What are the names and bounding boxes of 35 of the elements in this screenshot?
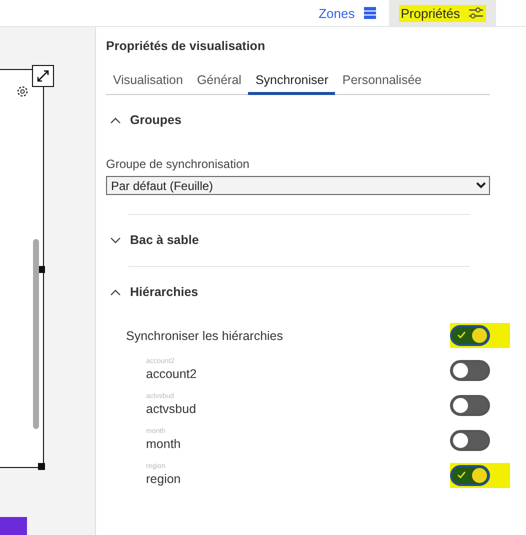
sliders-icon (468, 7, 484, 19)
expand-icon (36, 69, 50, 83)
toggle-switch[interactable] (450, 360, 490, 381)
header-tab[interactable]: Zones (306, 0, 389, 26)
tab[interactable]: Synchroniser (248, 73, 336, 95)
section-header[interactable]: Bac à sable (110, 233, 490, 247)
toggle-label: month (146, 437, 181, 451)
sync-group-select[interactable]: Par défaut (Feuille) (106, 176, 490, 195)
chart-bar (0, 517, 27, 535)
toggle-switch[interactable] (450, 430, 490, 451)
tab[interactable]: Général (190, 73, 248, 95)
toggle-label: actvsbud (146, 402, 196, 416)
field-label: Groupe de synchronisation (106, 157, 250, 171)
chevron-up-icon (110, 288, 121, 296)
chevron-up-icon (110, 116, 121, 124)
tab[interactable]: Visualisation (106, 73, 190, 95)
toggle-label: region (146, 472, 181, 486)
check-icon (457, 471, 466, 479)
toggle-label: Synchroniser les hiérarchies (126, 328, 284, 342)
check-icon (457, 331, 466, 339)
expand-button[interactable] (32, 65, 54, 87)
section-header[interactable]: Groupes (110, 113, 490, 127)
toggle-switch[interactable] (450, 465, 490, 486)
scroll-thumb[interactable] (33, 239, 39, 429)
resize-handle[interactable] (38, 463, 45, 470)
toggle-switch[interactable] (450, 325, 490, 346)
toggle-switch[interactable] (450, 395, 490, 416)
header-tab[interactable]: Propriétés (388, 0, 496, 26)
section-header[interactable]: Hiérarchies (110, 285, 490, 299)
chevron-down-icon (110, 236, 121, 244)
toggle-label: account2 (146, 367, 197, 381)
tab[interactable]: Personnalisée (335, 73, 429, 95)
settings-icon[interactable] (16, 85, 29, 98)
panel-title: Propriétés de visualisation (106, 39, 266, 53)
stack-icon (362, 6, 377, 20)
